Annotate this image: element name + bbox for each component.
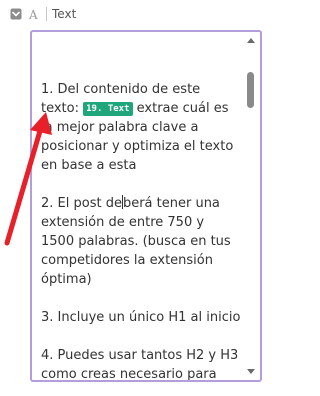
scroll-up-arrow-icon[interactable]	[247, 38, 255, 43]
scroll-down-arrow-icon[interactable]	[247, 369, 255, 374]
paragraph-2: 2. El post deberá tener una extensión de…	[41, 194, 241, 289]
chevron-square-icon[interactable]	[10, 8, 22, 20]
divider	[46, 7, 47, 21]
paragraph-2-start: 2. El post de	[41, 196, 122, 211]
text-editor-content[interactable]: 1. Del contenido de este texto: 19. Text…	[41, 80, 241, 382]
paragraph-3: 3. Incluye un único H1 al inicio	[41, 310, 241, 325]
vertical-scrollbar[interactable]	[244, 34, 258, 378]
text-type-icon: A	[29, 8, 38, 22]
scroll-thumb[interactable]	[247, 72, 254, 108]
paragraph-1: 1. Del contenido de este texto: 19. Text…	[41, 80, 241, 175]
field-header: A Text	[0, 0, 271, 30]
paragraph-4: 4. Puedes usar tantos H2 y H3 como creas…	[41, 348, 239, 382]
field-label: Text	[52, 7, 77, 21]
text-editor[interactable]: 1. Del contenido de este texto: 19. Text…	[30, 30, 262, 382]
variable-tag[interactable]: 19. Text	[83, 102, 133, 116]
